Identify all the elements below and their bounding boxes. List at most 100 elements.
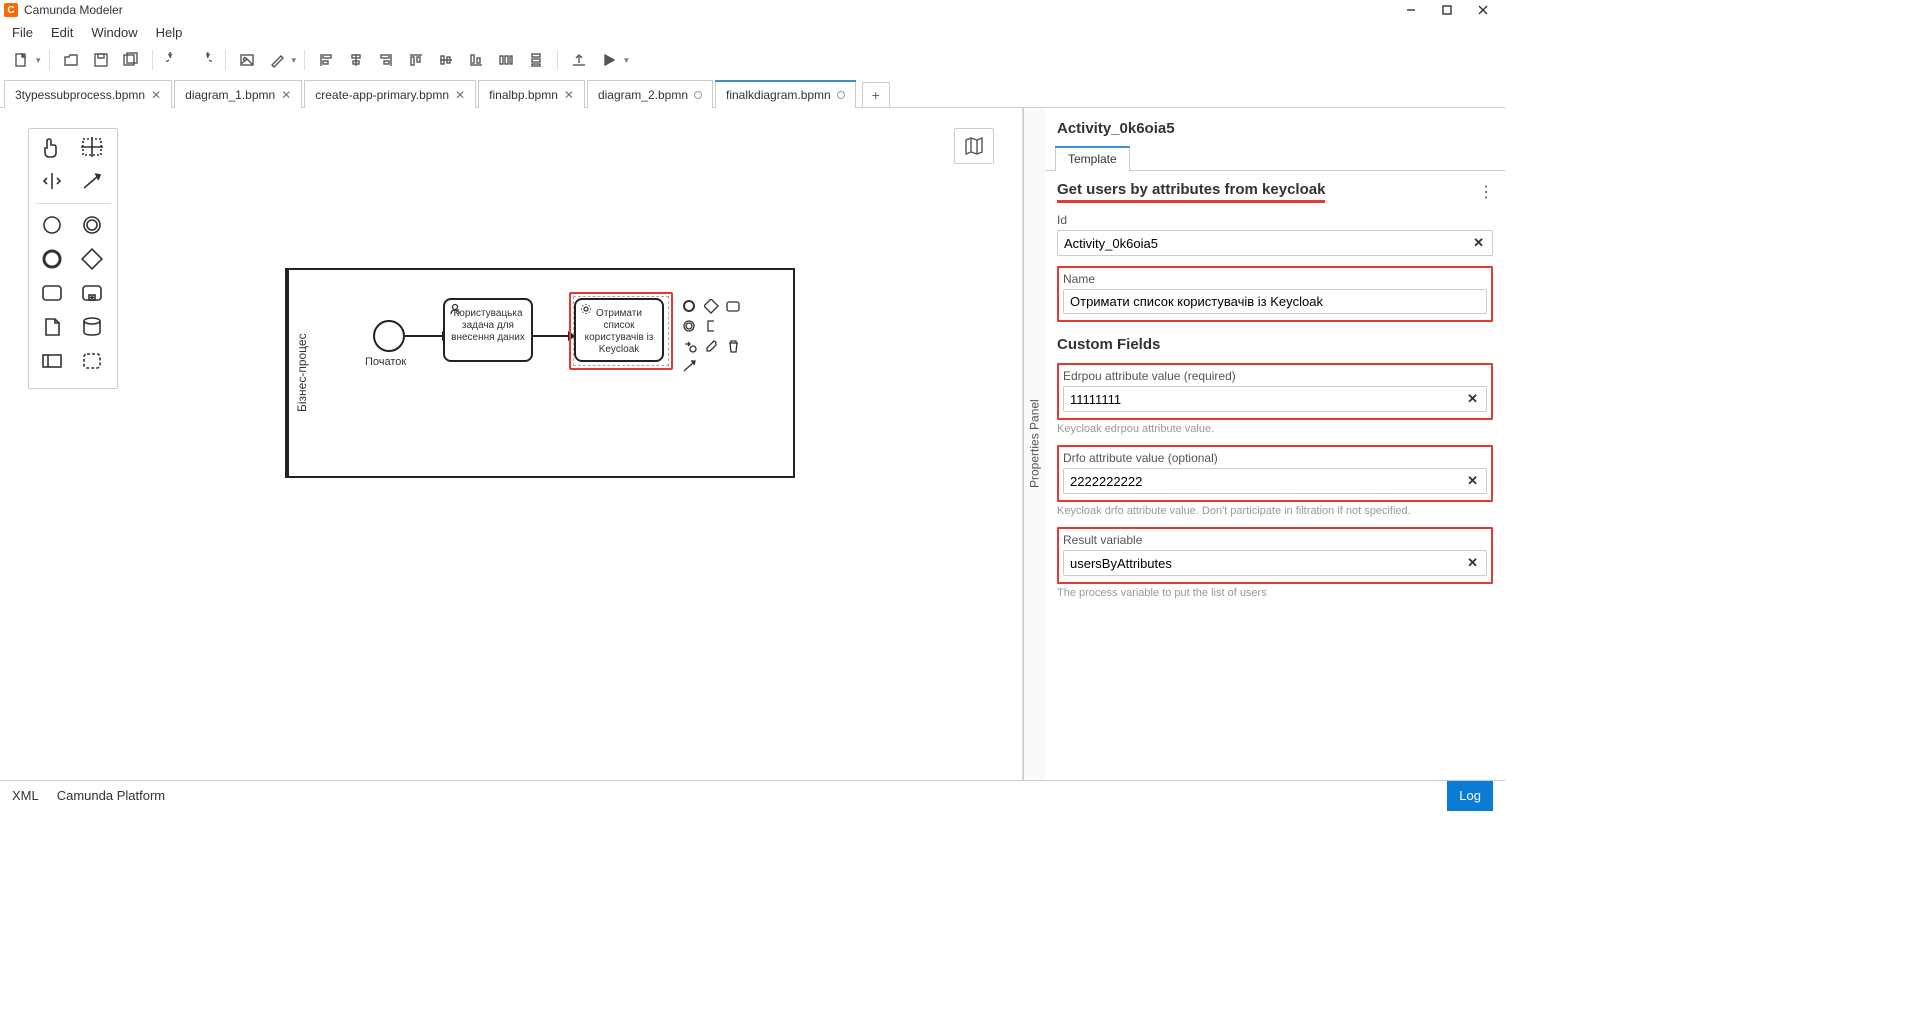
edrpou-input[interactable] bbox=[1070, 392, 1465, 407]
task-label: Користувацька задача для внесення даних bbox=[451, 308, 525, 343]
save-all-button[interactable] bbox=[118, 47, 144, 73]
tab-add-button[interactable]: + bbox=[862, 82, 890, 108]
user-task[interactable]: Користувацька задача для внесення даних bbox=[443, 298, 533, 362]
more-icon[interactable]: ⋮ bbox=[1478, 182, 1493, 202]
custom-fields-heading: Custom Fields bbox=[1057, 336, 1493, 353]
id-input[interactable] bbox=[1064, 236, 1471, 251]
tab-close-icon[interactable]: ✕ bbox=[455, 88, 465, 102]
tab-label: diagram_1.bpmn bbox=[185, 88, 275, 102]
new-file-button[interactable] bbox=[8, 47, 34, 73]
log-button[interactable]: Log bbox=[1447, 781, 1493, 811]
gateway-icon[interactable] bbox=[77, 246, 109, 272]
dropdown-icon[interactable]: ▾ bbox=[36, 55, 41, 66]
tab-5[interactable]: finalkdiagram.bpmn bbox=[715, 80, 856, 108]
distribute-h-button[interactable] bbox=[493, 47, 519, 73]
sequence-flow[interactable] bbox=[405, 335, 443, 337]
hand-tool-icon[interactable] bbox=[37, 135, 69, 161]
data-object-icon[interactable] bbox=[37, 314, 69, 340]
properties-panel-toggle[interactable]: Properties Panel bbox=[1023, 108, 1045, 780]
connect-tool-icon[interactable] bbox=[77, 169, 109, 195]
clear-icon[interactable]: ✕ bbox=[1471, 235, 1486, 251]
ctx-annotation-icon[interactable] bbox=[703, 318, 719, 334]
xml-tab[interactable]: XML bbox=[12, 788, 39, 803]
minimap-toggle[interactable] bbox=[954, 128, 994, 164]
align-center-h-button[interactable] bbox=[343, 47, 369, 73]
tab-close-icon[interactable]: ✕ bbox=[281, 88, 291, 102]
clear-icon[interactable]: ✕ bbox=[1465, 473, 1480, 489]
name-label: Name bbox=[1063, 272, 1487, 286]
minimize-button[interactable] bbox=[1393, 0, 1429, 20]
result-input[interactable] bbox=[1070, 556, 1465, 571]
start-event[interactable] bbox=[373, 320, 405, 352]
tab-1[interactable]: diagram_1.bpmn ✕ bbox=[174, 80, 302, 108]
sequence-flow[interactable] bbox=[533, 335, 569, 337]
task-label: Отримати список користувачів із Keycloak bbox=[585, 308, 654, 355]
align-top-button[interactable] bbox=[403, 47, 429, 73]
lasso-tool-icon[interactable] bbox=[77, 135, 109, 161]
canvas[interactable]: Бізнес-процес Початок Користувацька зада… bbox=[0, 108, 1023, 780]
drfo-input[interactable] bbox=[1070, 474, 1465, 489]
end-event-icon[interactable] bbox=[37, 246, 69, 272]
pool-icon[interactable] bbox=[37, 348, 69, 374]
menu-file[interactable]: File bbox=[4, 23, 41, 42]
open-button[interactable] bbox=[58, 47, 84, 73]
ctx-task-icon[interactable] bbox=[725, 298, 741, 314]
start-event-icon[interactable] bbox=[37, 212, 69, 238]
undo-button[interactable] bbox=[161, 47, 187, 73]
deploy-button[interactable] bbox=[566, 47, 592, 73]
tab-close-icon[interactable]: ✕ bbox=[151, 88, 161, 102]
data-store-icon[interactable] bbox=[77, 314, 109, 340]
ctx-delete-icon[interactable] bbox=[725, 338, 741, 354]
dropdown-icon[interactable]: ▾ bbox=[292, 55, 297, 66]
save-button[interactable] bbox=[88, 47, 114, 73]
align-right-button[interactable] bbox=[373, 47, 399, 73]
tab-3[interactable]: finalbp.bpmn✕ bbox=[478, 80, 585, 108]
drfo-hint: Keycloak drfo attribute value. Don't par… bbox=[1057, 505, 1493, 517]
subprocess-icon[interactable] bbox=[77, 280, 109, 306]
palette bbox=[28, 128, 118, 389]
menu-help[interactable]: Help bbox=[148, 23, 191, 42]
intermediate-event-icon[interactable] bbox=[77, 212, 109, 238]
app-icon: C bbox=[4, 3, 18, 17]
align-center-v-button[interactable] bbox=[433, 47, 459, 73]
ctx-end-event-icon[interactable] bbox=[681, 298, 697, 314]
tab-close-icon[interactable]: ✕ bbox=[564, 88, 574, 102]
tab-0[interactable]: 3typessubprocess.bpmn✕ bbox=[4, 80, 172, 108]
clear-icon[interactable]: ✕ bbox=[1465, 555, 1480, 571]
name-input[interactable]: Отримати список користувачів із Keycloak bbox=[1070, 294, 1480, 309]
properties-panel: Activity_0k6oia5 Template Get users by a… bbox=[1045, 108, 1505, 780]
edrpou-label: Edrpou attribute value (required) bbox=[1063, 369, 1487, 383]
ctx-wrench-icon[interactable] bbox=[703, 338, 719, 354]
run-button[interactable] bbox=[596, 47, 622, 73]
menu-edit[interactable]: Edit bbox=[43, 23, 81, 42]
align-left-button[interactable] bbox=[313, 47, 339, 73]
ctx-intermediate-event-icon[interactable] bbox=[681, 318, 697, 334]
redo-button[interactable] bbox=[191, 47, 217, 73]
platform-label[interactable]: Camunda Platform bbox=[57, 788, 165, 803]
template-tab[interactable]: Template bbox=[1055, 146, 1130, 171]
menu-window[interactable]: Window bbox=[83, 23, 145, 42]
group-icon[interactable] bbox=[77, 348, 109, 374]
task-icon[interactable] bbox=[37, 280, 69, 306]
dropdown-icon[interactable]: ▾ bbox=[624, 55, 629, 66]
ctx-gateway-icon[interactable] bbox=[703, 298, 719, 314]
image-button[interactable] bbox=[234, 47, 260, 73]
properties-panel-label: Properties Panel bbox=[1028, 400, 1042, 489]
ctx-connect-icon[interactable] bbox=[681, 358, 697, 374]
color-button[interactable] bbox=[264, 47, 290, 73]
tab-4[interactable]: diagram_2.bpmn bbox=[587, 80, 713, 108]
ctx-replace-icon[interactable] bbox=[681, 338, 697, 354]
maximize-button[interactable] bbox=[1429, 0, 1465, 20]
edrpou-hint: Keycloak edrpou attribute value. bbox=[1057, 423, 1493, 435]
space-tool-icon[interactable] bbox=[37, 169, 69, 195]
bpmn-pool[interactable]: Бізнес-процес Початок Користувацька зада… bbox=[285, 268, 795, 478]
tabbar: 3typessubprocess.bpmn✕ diagram_1.bpmn ✕ c… bbox=[0, 78, 1505, 108]
tab-2[interactable]: create-app-primary.bpmn✕ bbox=[304, 80, 476, 108]
clear-icon[interactable]: ✕ bbox=[1465, 391, 1480, 407]
user-icon bbox=[449, 303, 461, 319]
distribute-v-button[interactable] bbox=[523, 47, 549, 73]
align-bottom-button[interactable] bbox=[463, 47, 489, 73]
service-task-selected[interactable]: Отримати список користувачів із Keycloak bbox=[574, 298, 664, 362]
close-button[interactable] bbox=[1465, 0, 1501, 20]
app-title: Camunda Modeler bbox=[24, 3, 123, 17]
